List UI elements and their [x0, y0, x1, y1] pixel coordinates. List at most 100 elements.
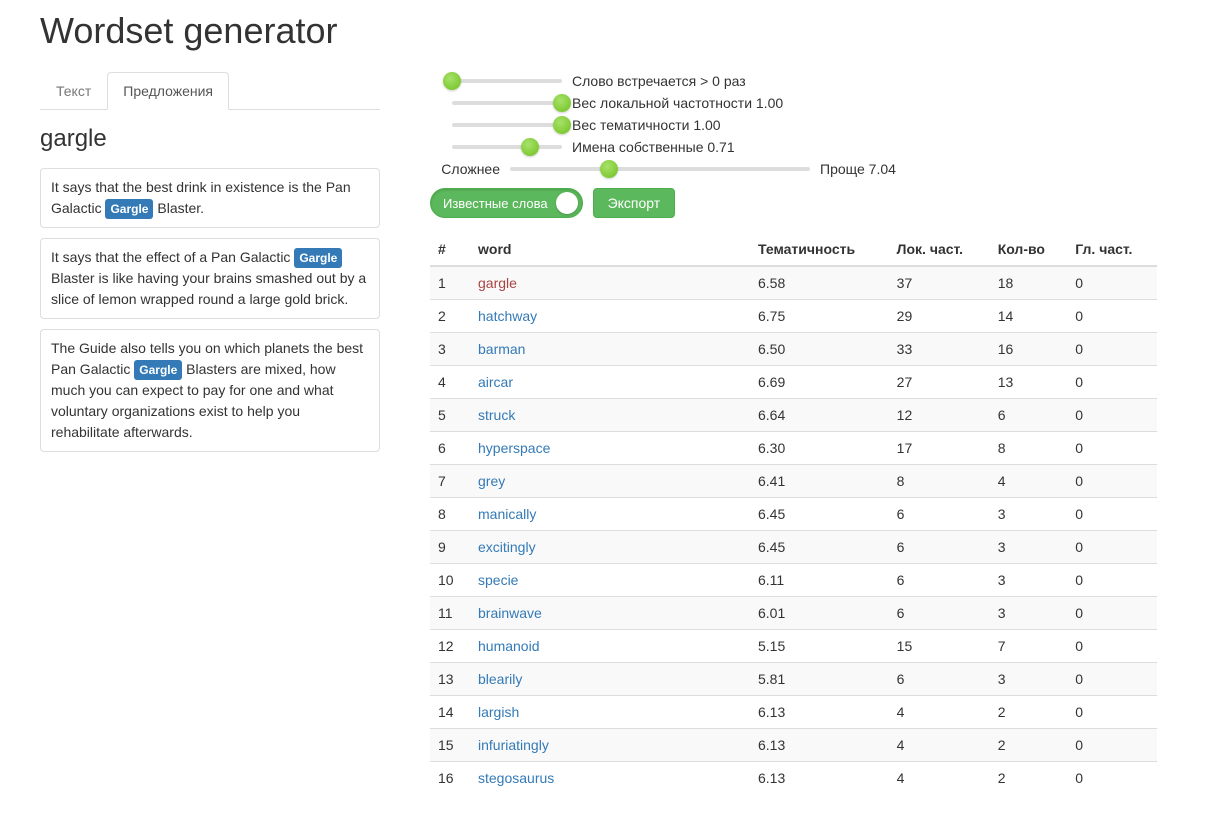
table-header[interactable]: Гл. част. [1067, 233, 1157, 266]
table-row: 12humanoid5.151570 [430, 630, 1157, 663]
sentence-panel[interactable]: The Guide also tells you on which planet… [40, 329, 380, 452]
cell-cnt: 3 [990, 531, 1068, 564]
word-link[interactable]: infuriatingly [478, 737, 549, 753]
word-link[interactable]: hyperspace [478, 440, 550, 456]
row-index: 3 [430, 333, 470, 366]
word-link[interactable]: grey [478, 473, 505, 489]
table-header[interactable]: word [470, 233, 750, 266]
slider-thumb[interactable] [443, 72, 461, 90]
slider-thumb[interactable] [553, 94, 571, 112]
cell-theme: 6.45 [750, 498, 889, 531]
cell-cnt: 7 [990, 630, 1068, 663]
word-link[interactable]: humanoid [478, 638, 540, 654]
left-panel: ТекстПредложения gargle It says that the… [20, 72, 380, 462]
cell-theme: 6.13 [750, 762, 889, 795]
cell-gl: 0 [1067, 630, 1157, 663]
slider[interactable] [452, 116, 562, 134]
slider-thumb[interactable] [553, 116, 571, 134]
word-link[interactable]: specie [478, 572, 518, 588]
table-row: 7grey6.41840 [430, 465, 1157, 498]
word-link[interactable]: largish [478, 704, 519, 720]
table-header[interactable]: Тематичность [750, 233, 889, 266]
cell-loc: 6 [889, 531, 990, 564]
cell-gl: 0 [1067, 762, 1157, 795]
row-index: 4 [430, 366, 470, 399]
table-row: 13blearily5.81630 [430, 663, 1157, 696]
cell-theme: 5.81 [750, 663, 889, 696]
toolbar: Известные слова Экспорт [430, 188, 1157, 218]
table-header[interactable]: # [430, 233, 470, 266]
sentence-text: It says that the effect of a Pan Galacti… [51, 249, 294, 265]
toggle-knob [556, 192, 578, 214]
slider[interactable] [510, 160, 810, 178]
slider-label: Имена собственные 0.71 [572, 139, 735, 155]
table-header[interactable]: Лок. част. [889, 233, 990, 266]
word-link[interactable]: gargle [478, 275, 517, 291]
cell-loc: 4 [889, 762, 990, 795]
cell-cnt: 14 [990, 300, 1068, 333]
cell-gl: 0 [1067, 399, 1157, 432]
slider[interactable] [452, 94, 562, 112]
slider-prefix-label: Сложнее [430, 161, 500, 177]
row-index: 11 [430, 597, 470, 630]
slider[interactable] [452, 138, 562, 156]
word-link[interactable]: stegosaurus [478, 770, 554, 786]
tab-1[interactable]: Предложения [107, 72, 229, 110]
table-row: 5struck6.641260 [430, 399, 1157, 432]
row-index: 15 [430, 729, 470, 762]
cell-loc: 6 [889, 564, 990, 597]
table-header[interactable]: Кол-во [990, 233, 1068, 266]
word-link[interactable]: aircar [478, 374, 513, 390]
cell-gl: 0 [1067, 465, 1157, 498]
cell-loc: 4 [889, 729, 990, 762]
slider-label: Вес тематичности 1.00 [572, 117, 721, 133]
table-row: 8manically6.45630 [430, 498, 1157, 531]
word-link[interactable]: brainwave [478, 605, 542, 621]
known-words-toggle-label: Известные слова [443, 196, 548, 211]
slider[interactable] [452, 72, 562, 90]
table-row: 11brainwave6.01630 [430, 597, 1157, 630]
slider-row: Вес тематичности 1.00 [430, 116, 1157, 134]
cell-theme: 6.69 [750, 366, 889, 399]
known-words-toggle[interactable]: Известные слова [430, 188, 583, 218]
cell-gl: 0 [1067, 300, 1157, 333]
word-link[interactable]: manically [478, 506, 536, 522]
sentence-text: Blaster is like having your brains smash… [51, 270, 366, 307]
slider-group: Слово встречается > 0 разВес локальной ч… [430, 72, 1157, 178]
slider-thumb[interactable] [600, 160, 618, 178]
cell-cnt: 2 [990, 762, 1068, 795]
cell-loc: 37 [889, 266, 990, 300]
row-index: 9 [430, 531, 470, 564]
tab-0[interactable]: Текст [40, 72, 107, 110]
word-link[interactable]: blearily [478, 671, 522, 687]
cell-theme: 6.41 [750, 465, 889, 498]
cell-cnt: 6 [990, 399, 1068, 432]
row-index: 14 [430, 696, 470, 729]
sentence-panel[interactable]: It says that the best drink in existence… [40, 168, 380, 228]
row-index: 10 [430, 564, 470, 597]
export-button[interactable]: Экспорт [593, 188, 676, 218]
table-row: 9excitingly6.45630 [430, 531, 1157, 564]
table-row: 14largish6.13420 [430, 696, 1157, 729]
word-link[interactable]: barman [478, 341, 525, 357]
sentence-panel[interactable]: It says that the effect of a Pan Galacti… [40, 238, 380, 319]
cell-gl: 0 [1067, 597, 1157, 630]
cell-gl: 0 [1067, 696, 1157, 729]
cell-loc: 6 [889, 498, 990, 531]
slider-thumb[interactable] [521, 138, 539, 156]
cell-theme: 6.58 [750, 266, 889, 300]
table-row: 15infuriatingly6.13420 [430, 729, 1157, 762]
cell-cnt: 8 [990, 432, 1068, 465]
row-index: 8 [430, 498, 470, 531]
page-title: Wordset generator [40, 10, 1187, 52]
word-link[interactable]: struck [478, 407, 515, 423]
cell-gl: 0 [1067, 366, 1157, 399]
word-link[interactable]: excitingly [478, 539, 536, 555]
slider-row: Имена собственные 0.71 [430, 138, 1157, 156]
cell-cnt: 3 [990, 498, 1068, 531]
word-link[interactable]: hatchway [478, 308, 537, 324]
cell-cnt: 18 [990, 266, 1068, 300]
cell-gl: 0 [1067, 333, 1157, 366]
row-index: 1 [430, 266, 470, 300]
cell-theme: 5.15 [750, 630, 889, 663]
